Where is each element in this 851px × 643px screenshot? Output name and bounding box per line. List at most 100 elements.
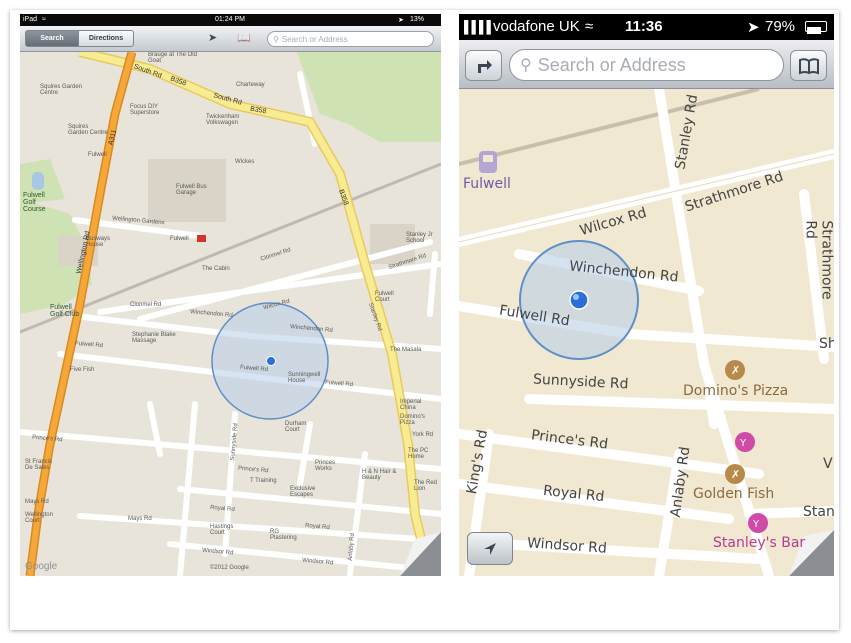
location-arrow-icon: ➤ [398,16,404,24]
search-input[interactable]: ⚲ Search or Address [267,31,434,47]
map-label: King's Rd [463,428,492,496]
map-label: Durham Court [285,421,307,433]
iphone-status-bar: ▌▌▌▌ vodafone UK ≈ 11:36 ➤ 79% [459,14,834,40]
map-label: Exclusive Escapes [290,486,316,498]
clock: 11:36 [625,18,663,35]
map-label: Focus DIY Superstore [130,104,160,116]
map-label: Stan [803,504,834,520]
map-label: Fulwell Golf Course [23,192,46,213]
map-label: B358 [337,188,350,207]
ipad-maps-screen: South Rd B358 South Rd B358 Brauge at Th… [20,14,441,576]
map-label: Strathmore Rd [683,168,786,216]
map-label: Fulwell Rd [498,302,571,330]
search-placeholder: Search or Address [537,54,686,75]
map-label: A311 [107,128,119,147]
map-label: Five Fish [70,367,95,373]
map-label: Sunnyside Rd [532,371,629,393]
map-label: Wilcox Rd [262,298,291,312]
battery-percent: 13% [410,15,425,23]
map-label: Wellington Rd [75,230,92,275]
battery-icon [805,21,827,34]
map-label: Sunningwell House [288,372,321,384]
map-label: Anlaby Rd [667,445,694,519]
search-icon: ⚲ [273,34,279,44]
map-label: Fulwell Golf Club [50,304,80,318]
map-label: The Cabin [202,266,230,272]
map-label: Windsor Rd [301,557,334,567]
search-input[interactable]: ⚲ Search or Address [509,49,784,81]
map-label: Anlaby Rd [347,532,357,562]
map-label: B358 [169,75,188,88]
map-label: Busways House [86,236,111,248]
current-location-button[interactable] [467,532,513,565]
map-label: Wickes [235,159,255,165]
map-label: Royal Rd [209,504,235,514]
map-label: Fulwell [170,236,189,242]
directions-tab[interactable]: Directions [78,30,134,47]
map-label: Windsor Rd [201,547,234,557]
map-label: Sunnyside Rd [230,423,240,461]
map-label: Squires Garden Centre [68,124,108,136]
map-label: Stanley Rd [366,302,383,332]
search-tab-label: Search [40,35,64,42]
map-label: Fulwell Rd [239,364,269,374]
map-label: Prince's Rd [31,434,63,444]
directions-button[interactable] [465,50,502,81]
map-label: Fulwell Court [375,291,394,303]
map-label: Winchendon Rd [189,309,233,319]
map-label: Wellington Court [25,512,53,524]
map-label: Fulwell [463,176,511,192]
map-label: Fulwell Bus Garage [176,184,207,196]
map-label: Squires Garden Centre [40,84,83,96]
map-label: Wilcox Rd [578,204,649,240]
turn-arrow-icon [477,59,492,73]
map-label: Prince's Rd [237,465,269,475]
map-label: Fulwell Rd [324,379,354,389]
bookmarks-button[interactable]: 📖 [237,31,251,44]
map-label: Wellington Gardens [111,215,165,227]
device-label: iPad [23,15,38,23]
map-label: Strathmore Rd [802,220,834,300]
map-label: South Rd [212,92,243,107]
map-label: Mays Rd [25,499,49,505]
map-label: V [823,456,833,472]
map-label: Winchendon Rd [289,324,333,334]
search-icon: ⚲ [520,57,532,74]
map-label: Golden Fish [693,486,775,502]
iphone-maps-screen: ✗ Y ✗ Y Stanley Rd Strathmore Rd Fulwell… [459,14,834,576]
search-tab[interactable]: Search [25,30,79,47]
location-arrow-icon: ➤ [747,19,760,36]
map-label: Domino's Pizza [400,414,425,426]
wifi-icon: ≈ [585,18,594,35]
map-label: Royal Rd [304,522,330,532]
map-label: Stanley's Bar [713,535,806,551]
clock: 01:24 PM [215,15,245,23]
map-label: Domino's Pizza [683,383,789,399]
signal-icon: ▌▌▌▌ [464,20,495,34]
map-label: The Masala [390,347,422,353]
map-label: Clonmel Rd [130,302,162,308]
map-label: Stanley Jr School [406,232,433,244]
ipad-toolbar: Search Directions ➤ 📖 ⚲ Search or Addres… [20,26,441,52]
map-label: York Rd [412,432,434,438]
map-label: Windsor Rd [526,535,608,557]
map-label: Fulwell Rd [74,340,104,350]
search-placeholder: Search or Address [281,34,348,44]
bookmarks-button[interactable] [790,50,827,81]
map-label: South Rd [132,63,163,80]
map-label: The Red Lion [414,480,438,492]
map-label: H & N Hair & Beauty [362,469,397,481]
current-location-button[interactable]: ➤ [208,31,217,44]
map-label: RG Plastering [270,529,297,541]
ipad-status-bar: iPad ≈ 01:24 PM ➤ 13% [20,14,441,26]
map-label: Imperial China [400,399,422,411]
iphone-toolbar: ⚲ Search or Address [459,40,834,89]
map-label: The PC Home [408,448,429,460]
map-label: Royal Rd [542,482,606,506]
wifi-icon: ≈ [42,15,46,23]
google-logo: Google [25,561,58,572]
map-label: Stephanie Blake Massage [132,332,176,344]
map-label: Twickenham Volkswagen [206,114,240,126]
directions-tab-label: Directions [88,35,124,42]
map-label: Winchendon Rd [568,258,680,286]
